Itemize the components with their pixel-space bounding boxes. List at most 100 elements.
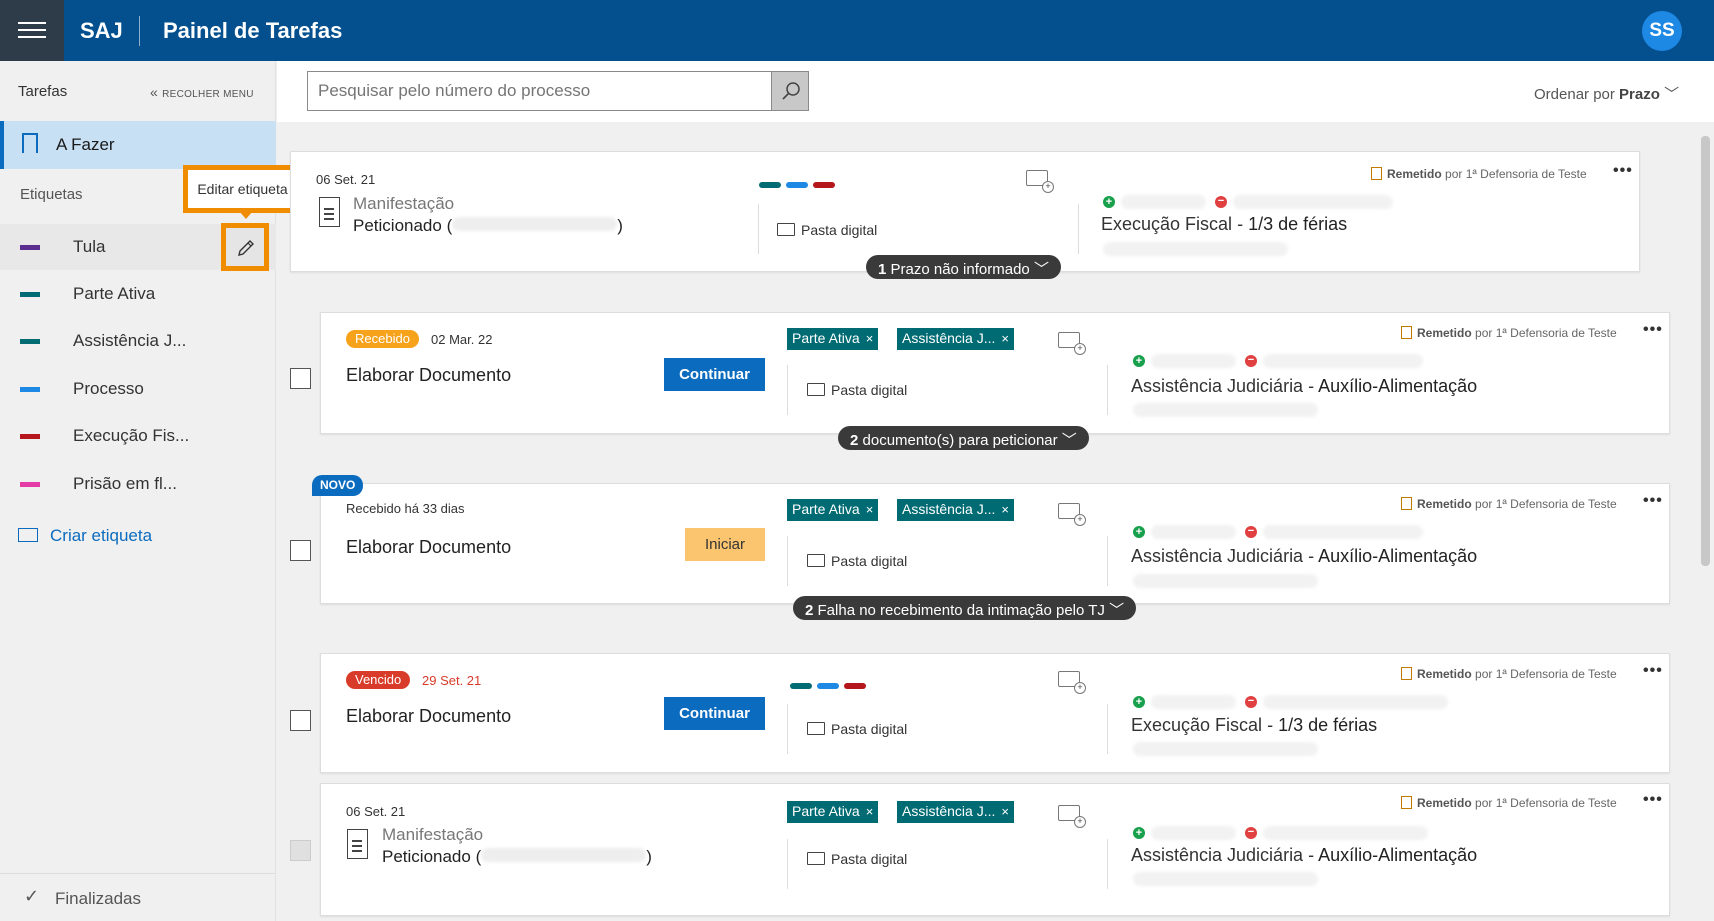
main-toolbar: Ordenar por Prazo ﹀ bbox=[277, 61, 1714, 122]
tag-color-bar bbox=[20, 482, 40, 487]
plus-circle-icon: + bbox=[1133, 355, 1145, 367]
pasta-digital-link[interactable]: Pasta digital bbox=[807, 553, 907, 569]
add-tag-icon[interactable] bbox=[1058, 671, 1086, 694]
more-options-button[interactable]: ••• bbox=[1643, 492, 1663, 510]
folder-icon bbox=[807, 722, 825, 735]
checkmark-icon: ✓ bbox=[24, 886, 40, 906]
task-checkbox[interactable] bbox=[290, 368, 311, 389]
plus-circle-icon: + bbox=[1103, 196, 1115, 208]
collapse-menu-button[interactable]: «RECOLHER MENU bbox=[150, 84, 254, 100]
pencil-icon bbox=[238, 240, 254, 256]
sidebar-tag-prisao[interactable]: Prisão em fl... bbox=[0, 461, 276, 507]
failure-pill[interactable]: 2 Falha no recebimento da intimação pelo… bbox=[793, 596, 1137, 620]
plus-circle-icon: + bbox=[1133, 526, 1145, 538]
more-options-button[interactable]: ••• bbox=[1613, 162, 1633, 180]
task-date: 29 Set. 21 bbox=[422, 673, 482, 688]
pasta-digital-link[interactable]: Pasta digital bbox=[777, 222, 877, 238]
task-checkbox[interactable] bbox=[290, 710, 311, 731]
minus-circle-icon: − bbox=[1245, 696, 1257, 708]
pill-count: 2 bbox=[805, 602, 814, 619]
edit-tag-button[interactable] bbox=[221, 223, 269, 271]
tag-chip-parte-ativa[interactable]: Parte Ativa × bbox=[787, 801, 879, 823]
page-icon bbox=[1371, 167, 1382, 180]
task-checkbox[interactable] bbox=[290, 540, 311, 561]
tag-chip-assistencia[interactable]: Assistência J... × bbox=[897, 499, 1014, 521]
search-button[interactable] bbox=[771, 71, 809, 111]
remetido-by: por 1ª Defensoria de Teste bbox=[1445, 167, 1587, 181]
remove-tag-icon[interactable]: × bbox=[1001, 502, 1009, 517]
add-tag-icon[interactable] bbox=[1058, 805, 1086, 828]
remove-tag-icon[interactable]: × bbox=[1001, 331, 1009, 346]
redacted-text bbox=[1133, 403, 1318, 417]
add-tag-icon[interactable] bbox=[1058, 503, 1086, 526]
scrollbar-thumb[interactable] bbox=[1701, 136, 1710, 566]
task-card[interactable]: Recebido há 33 dias Elaborar Documento I… bbox=[320, 483, 1670, 604]
tag-color-bar bbox=[20, 292, 40, 297]
tag-chip-parte-ativa[interactable]: Parte Ativa × bbox=[787, 328, 879, 350]
divider bbox=[1107, 839, 1108, 889]
pasta-digital-link[interactable]: Pasta digital bbox=[807, 721, 907, 737]
continuar-button[interactable]: Continuar bbox=[664, 358, 765, 391]
edit-tag-tooltip: Editar etiqueta bbox=[183, 165, 302, 213]
task-card[interactable]: Recebido 02 Mar. 22 Elaborar Documento C… bbox=[320, 312, 1670, 434]
remove-tag-icon[interactable]: × bbox=[866, 502, 874, 517]
pill-count: 1 bbox=[878, 261, 887, 278]
user-avatar[interactable]: SS bbox=[1642, 11, 1682, 51]
continuar-button[interactable]: Continuar bbox=[664, 697, 765, 730]
pill-count: 2 bbox=[850, 432, 859, 449]
page-icon bbox=[1401, 326, 1412, 339]
brand-logo[interactable]: SAJ bbox=[80, 18, 123, 44]
remove-tag-icon[interactable]: × bbox=[866, 804, 874, 819]
plus-circle-icon: + bbox=[1133, 827, 1145, 839]
sidebar-tag-parte-ativa[interactable]: Parte Ativa bbox=[0, 271, 276, 317]
subject: Assistência Judiciária - Auxílio-Aliment… bbox=[1131, 845, 1478, 865]
search-input[interactable] bbox=[307, 71, 772, 111]
divider bbox=[1078, 204, 1079, 254]
page-icon bbox=[1401, 667, 1412, 680]
task-card[interactable]: 06 Set. 21 Manifestação Peticionado () P… bbox=[290, 151, 1640, 272]
remove-tag-icon[interactable]: × bbox=[866, 331, 874, 346]
subject-topic: Auxílio-Alimentação bbox=[1318, 546, 1478, 566]
tag-chip-assistencia[interactable]: Assistência J... × bbox=[897, 801, 1014, 823]
sidebar-item-finalizadas[interactable]: ✓ Finalizadas bbox=[0, 873, 276, 921]
remetido-label: Remetido bbox=[1417, 326, 1472, 340]
sort-dropdown[interactable]: Ordenar por Prazo ﹀ bbox=[1534, 83, 1679, 104]
task-checkbox[interactable] bbox=[290, 840, 311, 861]
sidebar: Tarefas «RECOLHER MENU A Fazer Etiquetas… bbox=[0, 61, 302, 921]
more-options-button[interactable]: ••• bbox=[1643, 321, 1663, 339]
redacted-process-number bbox=[452, 217, 618, 231]
chevron-down-icon: ﹀ bbox=[1664, 86, 1680, 103]
pasta-digital-link[interactable]: Pasta digital bbox=[807, 851, 907, 867]
redacted-text bbox=[1151, 826, 1236, 840]
subject-class: Assistência Judiciária bbox=[1131, 845, 1304, 865]
create-tag-button[interactable]: Criar etiqueta bbox=[18, 526, 152, 546]
sidebar-tag-processo[interactable]: Processo bbox=[0, 366, 276, 412]
tag-chip-assistencia[interactable]: Assistência J... × bbox=[897, 328, 1014, 350]
task-card[interactable]: Vencido 29 Set. 21 Elaborar Documento Co… bbox=[320, 653, 1670, 773]
add-tag-icon[interactable] bbox=[1058, 332, 1086, 355]
tag-chip-parte-ativa[interactable]: Parte Ativa × bbox=[787, 499, 879, 521]
more-options-button[interactable]: ••• bbox=[1643, 662, 1663, 680]
deadline-pill[interactable]: 1 Prazo não informado ﹀ bbox=[866, 255, 1061, 279]
task-card[interactable]: 06 Set. 21 Manifestação Peticionado () P… bbox=[320, 783, 1670, 916]
add-tag-icon bbox=[18, 528, 38, 542]
scrollbar[interactable] bbox=[1697, 122, 1714, 921]
sidebar-title: Tarefas bbox=[18, 83, 68, 100]
sidebar-item-a-fazer[interactable]: A Fazer bbox=[0, 121, 276, 169]
subject-topic: 1/3 de férias bbox=[1278, 715, 1378, 735]
more-options-button[interactable]: ••• bbox=[1643, 791, 1663, 809]
subject: Assistência Judiciária - Auxílio-Aliment… bbox=[1131, 546, 1478, 566]
pasta-digital-link[interactable]: Pasta digital bbox=[807, 382, 907, 398]
pasta-digital-label: Pasta digital bbox=[831, 851, 908, 867]
remetido-label: Remetido bbox=[1417, 796, 1472, 810]
redacted-text bbox=[1151, 695, 1236, 709]
tag-color-bar bbox=[20, 387, 40, 392]
iniciar-button[interactable]: Iniciar bbox=[685, 528, 765, 561]
hamburger-menu-icon[interactable] bbox=[0, 0, 64, 61]
redacted-text bbox=[1233, 195, 1393, 209]
documents-pill[interactable]: 2 documento(s) para peticionar ﹀ bbox=[838, 426, 1089, 450]
remove-tag-icon[interactable]: × bbox=[1001, 804, 1009, 819]
sidebar-tag-assistencia[interactable]: Assistência J... bbox=[0, 318, 276, 364]
add-tag-icon[interactable] bbox=[1026, 170, 1054, 193]
sidebar-tag-execucao-fiscal[interactable]: Execução Fis... bbox=[0, 413, 276, 459]
